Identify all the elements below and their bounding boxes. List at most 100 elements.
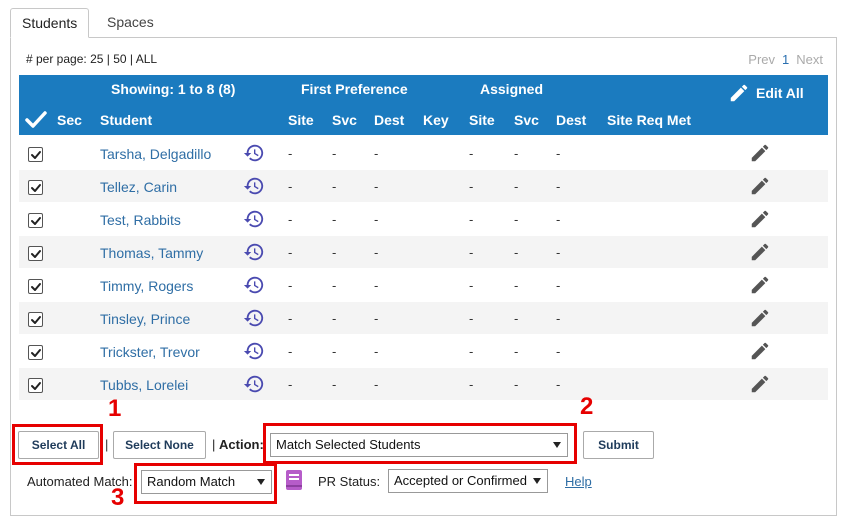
annotation-number-1: 1 [108, 395, 122, 422]
select-none-button[interactable]: Select None [113, 431, 206, 459]
history-icon[interactable] [243, 142, 265, 167]
checkmark-icon [31, 217, 41, 225]
cell-as-site: - [469, 278, 474, 293]
tab-students[interactable]: Students [10, 8, 90, 38]
history-icon[interactable] [243, 274, 265, 299]
student-rows: Tarsha, Delgadillo - - - - - - Tellez, Carin - - -… [19, 137, 828, 401]
row-checkbox[interactable] [28, 147, 43, 162]
col-as-site[interactable]: Site [469, 112, 495, 128]
cell-fp-dest: - [374, 212, 379, 227]
per-page-all[interactable]: ALL [136, 52, 157, 66]
col-sec[interactable]: Sec [57, 112, 82, 128]
per-page-50[interactable]: 50 [113, 52, 126, 66]
student-name-link[interactable]: Timmy, Rogers [100, 278, 193, 294]
col-fp-site[interactable]: Site [288, 112, 314, 128]
annotation-number-2: 2 [580, 393, 594, 420]
tab-spaces[interactable]: Spaces [96, 8, 165, 38]
cell-as-site: - [469, 179, 474, 194]
col-key[interactable]: Key [423, 112, 449, 128]
row-edit-button[interactable] [749, 373, 771, 398]
col-fp-dest[interactable]: Dest [374, 112, 404, 128]
help-link[interactable]: Help [565, 474, 592, 489]
cell-as-svc: - [514, 311, 519, 326]
checkmark-icon [31, 283, 41, 291]
highlight-box-3 [134, 463, 277, 504]
per-page-label: # per page: [26, 52, 87, 66]
cell-as-dest: - [556, 377, 561, 392]
history-icon[interactable] [243, 307, 265, 332]
pencil-icon [751, 144, 769, 162]
student-name-link[interactable]: Trickster, Trevor [100, 344, 200, 360]
cell-as-dest: - [556, 278, 561, 293]
table-row: Thomas, Tammy - - - - - - [19, 236, 828, 269]
row-checkbox[interactable] [28, 180, 43, 195]
action-label-text: Action: [219, 437, 264, 452]
history-icon[interactable] [243, 373, 265, 398]
cell-as-site: - [469, 344, 474, 359]
student-name-link[interactable]: Tinsley, Prince [100, 311, 190, 327]
col-student[interactable]: Student [100, 112, 152, 128]
row-edit-button[interactable] [749, 208, 771, 233]
col-site-req-met[interactable]: Site Req Met [607, 112, 691, 128]
pr-status-select[interactable]: Accepted or Confirmed [388, 469, 548, 493]
submit-button[interactable]: Submit [583, 431, 654, 459]
history-icon[interactable] [243, 208, 265, 233]
pencil-icon [751, 342, 769, 360]
pencil-icon [730, 84, 748, 102]
cell-fp-dest: - [374, 344, 379, 359]
edit-all-button[interactable]: Edit All [728, 80, 804, 106]
cell-fp-svc: - [332, 278, 337, 293]
cell-as-dest: - [556, 344, 561, 359]
history-icon[interactable] [243, 175, 265, 200]
student-name-link[interactable]: Test, Rabbits [100, 212, 181, 228]
row-edit-button[interactable] [749, 175, 771, 200]
separator: | [212, 437, 216, 452]
student-name-link[interactable]: Tubbs, Lorelei [100, 377, 188, 393]
checkmark-icon [31, 349, 41, 357]
col-as-dest[interactable]: Dest [556, 112, 586, 128]
per-page-25[interactable]: 25 [90, 52, 103, 66]
cell-fp-site: - [288, 278, 293, 293]
row-edit-button[interactable] [749, 340, 771, 365]
edit-all-label: Edit All [756, 85, 804, 101]
cell-as-site: - [469, 212, 474, 227]
row-edit-button[interactable] [749, 307, 771, 332]
row-checkbox[interactable] [28, 246, 43, 261]
pr-status-value: Accepted or Confirmed [394, 473, 527, 488]
row-checkbox[interactable] [28, 345, 43, 360]
action-label: | Action: [212, 437, 264, 452]
table-header: Showing: 1 to 8 (8) First Preference Ass… [19, 75, 828, 135]
checkmark-icon [31, 184, 41, 192]
current-page[interactable]: 1 [782, 52, 789, 67]
pencil-icon [751, 375, 769, 393]
history-icon[interactable] [243, 340, 265, 365]
cell-fp-dest: - [374, 245, 379, 260]
cell-as-dest: - [556, 212, 561, 227]
tab-bar: Students Spaces [10, 8, 837, 38]
row-edit-button[interactable] [749, 274, 771, 299]
row-checkbox[interactable] [28, 378, 43, 393]
separator: | [105, 437, 109, 452]
book-icon[interactable] [285, 469, 303, 494]
row-edit-button[interactable] [749, 241, 771, 266]
row-checkbox[interactable] [28, 312, 43, 327]
student-name-link[interactable]: Tarsha, Delgadillo [100, 146, 211, 162]
student-name-link[interactable]: Tellez, Carin [100, 179, 177, 195]
cell-fp-site: - [288, 311, 293, 326]
cell-fp-svc: - [332, 212, 337, 227]
cell-as-svc: - [514, 212, 519, 227]
prev-page-link[interactable]: Prev [748, 52, 775, 67]
cell-fp-dest: - [374, 377, 379, 392]
highlight-box-2 [263, 423, 577, 464]
row-checkbox[interactable] [28, 279, 43, 294]
col-as-svc[interactable]: Svc [514, 112, 539, 128]
row-checkbox[interactable] [28, 213, 43, 228]
select-all-check[interactable] [25, 111, 47, 132]
student-name-link[interactable]: Thomas, Tammy [100, 245, 203, 261]
row-edit-button[interactable] [749, 142, 771, 167]
cell-fp-svc: - [332, 311, 337, 326]
cell-fp-site: - [288, 146, 293, 161]
col-fp-svc[interactable]: Svc [332, 112, 357, 128]
history-icon[interactable] [243, 241, 265, 266]
next-page-link[interactable]: Next [796, 52, 823, 67]
